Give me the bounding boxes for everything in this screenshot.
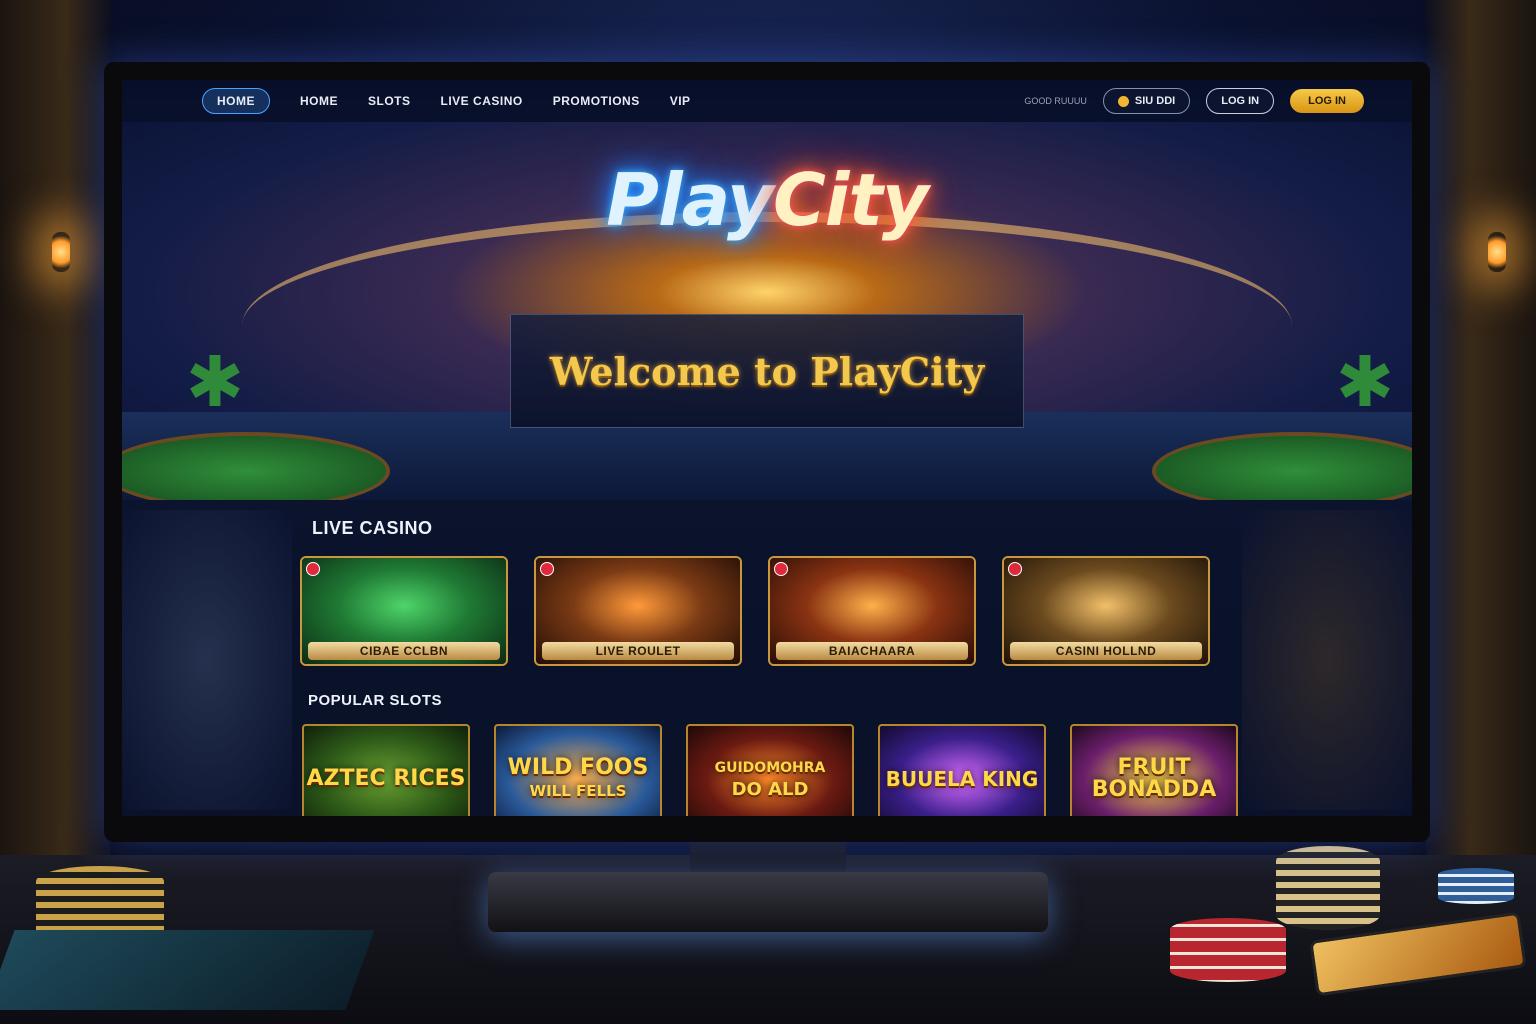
slot-title: WILD FOOS WILL FELLS: [507, 754, 649, 802]
popular-slots-heading: POPULAR SLOTS: [308, 692, 443, 709]
room-right-wall: [1426, 0, 1536, 860]
book: [0, 930, 375, 1010]
login-button[interactable]: LOG IN: [1206, 88, 1275, 114]
website-screen: HOME HOME SLOTS LIVE CASINO PROMOTIONS V…: [122, 80, 1412, 816]
slot-title-line2: WILL FELLS: [529, 781, 627, 800]
slot-title: GUIDOMOHRA DO ALD: [715, 757, 826, 802]
live-badge-icon: [306, 562, 320, 576]
nav-home-active[interactable]: HOME: [202, 88, 270, 114]
live-card-label: BAIACHAARA: [776, 642, 968, 660]
live-badge-icon: [774, 562, 788, 576]
chip-stack-red: [1170, 918, 1286, 982]
slot-title-line1: WILD FOOS: [507, 754, 649, 780]
slot-title: AZTEC RICES: [307, 768, 466, 790]
popular-slots-row: AZTEC RICES WILD FOOS WILL FELLS GUIDOMOH…: [302, 724, 1238, 816]
live-card[interactable]: CASINI HOLLND: [1002, 556, 1210, 666]
nav-live-casino[interactable]: LIVE CASINO: [441, 94, 523, 108]
wall-lamp-right: [1488, 232, 1506, 272]
playcity-logo: PlayCity: [122, 158, 1412, 242]
chip-stack-blue: [1438, 868, 1514, 904]
live-card[interactable]: LIVE ROULET: [534, 556, 742, 666]
coin-icon: [1117, 95, 1129, 107]
slot-title-line2: DO ALD: [731, 778, 809, 800]
balance-label: SIU DDI: [1134, 95, 1176, 107]
join-button[interactable]: LOG IN: [1290, 89, 1364, 113]
slot-title-line1: AZTEC RICES: [306, 766, 466, 791]
slot-card[interactable]: AZTEC RICES: [302, 724, 470, 816]
slot-card[interactable]: GUIDOMOHRA DO ALD: [686, 724, 854, 816]
slot-title: FRUIT BONADDA: [1092, 757, 1216, 801]
nav-vip[interactable]: VIP: [670, 94, 691, 108]
slot-card[interactable]: WILD FOOS WILL FELLS: [494, 724, 662, 816]
palm-left-icon: ✱: [185, 343, 245, 421]
nav-right-group: GOOD RUUUU SIU DDI LOG IN LOG IN: [1024, 88, 1364, 114]
wall-lamp-left: [52, 232, 70, 272]
logo-part-city: City: [772, 158, 929, 242]
live-card[interactable]: BAIACHAARA: [768, 556, 976, 666]
live-card-label: CIBAE CCLBN: [308, 642, 500, 660]
language-selector[interactable]: GOOD RUUUU: [1024, 96, 1087, 106]
side-art-right: [1242, 510, 1412, 810]
live-casino-row: CIBAE CCLBN LIVE ROULET BAIACHAARA CASIN…: [300, 556, 1210, 666]
top-navigation: HOME HOME SLOTS LIVE CASINO PROMOTIONS V…: [122, 80, 1412, 122]
hero-banner: ✱ ✱ PlayCity Welcome to PlayCity: [122, 122, 1412, 500]
slot-card[interactable]: BUUELA KING: [878, 724, 1046, 816]
nav-promotions[interactable]: PROMOTIONS: [553, 94, 640, 108]
slot-title: BUUELA KING: [886, 768, 1039, 790]
welcome-panel: Welcome to PlayCity: [510, 314, 1024, 428]
logo-part-play: Play: [606, 158, 774, 242]
palm-right-icon: ✱: [1335, 343, 1395, 421]
nav-slots[interactable]: SLOTS: [368, 94, 411, 108]
slot-title-line1: GUIDOMOHRA: [714, 759, 826, 776]
side-art-left: [122, 510, 292, 810]
live-card-label: LIVE ROULET: [542, 642, 734, 660]
slot-title-line1: BUUELA KING: [885, 767, 1039, 791]
monitor-stand-base: [488, 872, 1048, 932]
live-badge-icon: [1008, 562, 1022, 576]
nav-home[interactable]: HOME: [300, 94, 338, 108]
slot-card[interactable]: FRUIT BONADDA: [1070, 724, 1238, 816]
room-left-wall: [0, 0, 110, 860]
live-casino-heading: LIVE CASINO: [312, 518, 433, 538]
chip-stack-right: [1276, 846, 1380, 930]
welcome-heading: Welcome to PlayCity: [549, 348, 985, 394]
live-badge-icon: [540, 562, 554, 576]
live-card[interactable]: CIBAE CCLBN: [300, 556, 508, 666]
slot-title-line2: BONADDA: [1091, 777, 1217, 802]
monitor: HOME HOME SLOTS LIVE CASINO PROMOTIONS V…: [104, 62, 1430, 842]
balance-button[interactable]: SIU DDI: [1102, 88, 1191, 114]
live-card-label: CASINI HOLLND: [1010, 642, 1202, 660]
